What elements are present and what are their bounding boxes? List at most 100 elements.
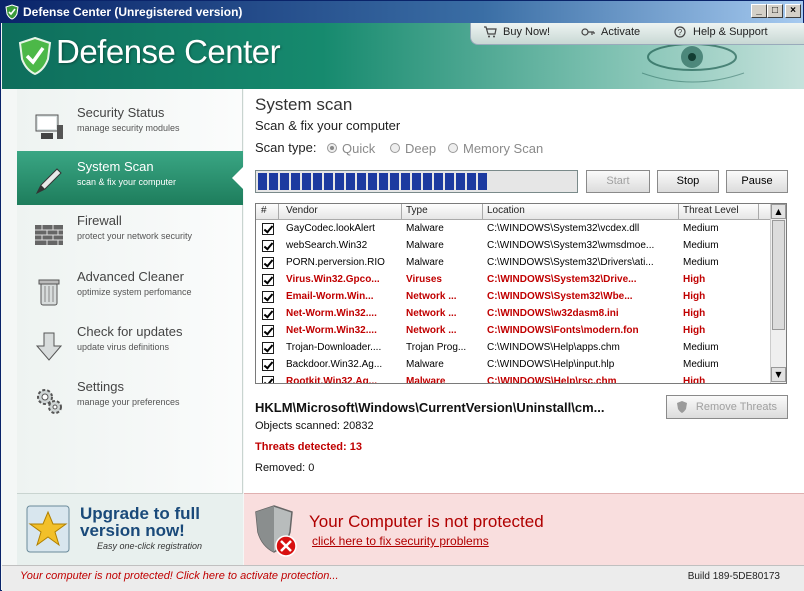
trash-can-icon — [38, 279, 60, 306]
radio-label: Quick — [342, 141, 376, 156]
table-row[interactable]: Rootkit.Win32.Ag... Malware C:\WINDOWS\Hel… — [256, 374, 771, 384]
star-badge-icon — [26, 505, 70, 553]
scroll-down-arrow-icon[interactable]: ▼ — [771, 367, 786, 382]
cell-type: Malware — [406, 223, 444, 234]
sidebar-item-label: Settings — [77, 379, 124, 394]
cell-type: Network ... — [406, 291, 457, 302]
sidebar-item-sub: protect your network security — [77, 231, 193, 241]
row-checkbox[interactable] — [262, 291, 274, 303]
pause-button[interactable]: Pause — [726, 170, 788, 193]
app-title: Defense Center — [56, 33, 281, 70]
upgrade-title[interactable]: Upgrade to full version now! — [80, 505, 200, 539]
cell-vendor: webSearch.Win32 — [286, 240, 368, 251]
table-row[interactable]: webSearch.Win32 Malware C:\WINDOWS\System3… — [256, 238, 771, 255]
close-button[interactable]: × — [785, 4, 801, 18]
row-checkbox[interactable] — [262, 376, 274, 383]
column-header-location[interactable]: Location — [487, 205, 525, 216]
row-checkbox[interactable] — [262, 308, 274, 320]
help-support-link[interactable]: ? Help & Support — [673, 26, 768, 38]
buy-now-link[interactable]: Buy Now! — [483, 26, 550, 38]
remove-threats-button[interactable]: Remove Threats — [666, 395, 788, 419]
row-checkbox[interactable] — [262, 257, 274, 269]
upgrade-banner[interactable]: Upgrade to full version now! Easy one-cl… — [17, 493, 243, 565]
cell-level: High — [683, 274, 706, 285]
cell-level: Medium — [683, 223, 719, 234]
column-header-threat-level[interactable]: Threat Level — [683, 205, 739, 216]
pen-scan-icon — [35, 168, 62, 195]
cell-location: C:\WINDOWS\Help\rsc.chm — [487, 376, 617, 384]
table-row[interactable]: Virus.Win32.Gpco... Viruses C:\WINDOWS\Sys… — [256, 272, 771, 289]
table-row[interactable]: Net-Worm.Win32.... Network ... C:\WINDOWS\… — [256, 323, 771, 340]
scrollbar-thumb[interactable] — [772, 220, 785, 330]
cell-location: C:\WINDOWS\Fonts\modern.fon — [487, 325, 639, 336]
title-bar[interactable]: Defense Center (Unregistered version) _ … — [1, 1, 803, 23]
row-checkbox[interactable] — [262, 223, 274, 235]
table-row[interactable]: PORN.perversion.RIO Malware C:\WINDOWS\Sys… — [256, 255, 771, 272]
cart-icon — [484, 26, 497, 38]
column-separator[interactable] — [758, 204, 759, 220]
sidebar-item-sub: optimize system perfomance — [77, 287, 192, 297]
remove-threats-label: Remove Threats — [695, 401, 777, 413]
scan-type-quick-radio[interactable]: Quick — [327, 141, 375, 156]
fix-problems-link[interactable]: click here to fix security problems — [312, 534, 489, 548]
shield-small-icon — [677, 401, 687, 413]
row-checkbox[interactable] — [262, 325, 274, 337]
scan-type-deep-radio[interactable]: Deep — [390, 141, 436, 156]
cell-vendor: Net-Worm.Win32.... — [286, 308, 377, 319]
cell-vendor: GayCodec.lookAlert — [286, 223, 375, 234]
maximize-button[interactable]: □ — [767, 4, 783, 18]
cell-level: Medium — [683, 359, 719, 370]
stop-button[interactable]: Stop — [657, 170, 719, 193]
sidebar-item-system-scan[interactable]: System Scan scan & fix your computer — [17, 151, 244, 205]
column-separator[interactable] — [482, 204, 483, 220]
sidebar-item-check-updates[interactable]: Check for updates update virus definitio… — [17, 316, 243, 370]
table-row[interactable]: Trojan-Downloader.... Trojan Prog... C:\WI… — [256, 340, 771, 357]
activate-link[interactable]: Activate — [581, 26, 640, 38]
column-header-vendor[interactable]: Vendor — [286, 205, 318, 216]
cell-type: Malware — [406, 359, 444, 370]
table-row[interactable]: Net-Worm.Win32.... Network ... C:\WINDOWS\… — [256, 306, 771, 323]
cell-level: Medium — [683, 257, 719, 268]
sidebar: Security Status manage security modules … — [17, 89, 244, 493]
removed-count: Removed: 0 — [255, 462, 315, 474]
sidebar-item-label: Check for updates — [77, 324, 183, 339]
column-separator[interactable] — [678, 204, 679, 220]
radio-label: Memory Scan — [463, 141, 544, 156]
scan-progress-bar — [255, 170, 578, 193]
row-checkbox[interactable] — [262, 342, 274, 354]
sidebar-item-security-status[interactable]: Security Status manage security modules — [17, 97, 243, 151]
column-header-number[interactable]: # — [261, 205, 267, 216]
radio-dot — [390, 143, 400, 153]
column-header-type[interactable]: Type — [406, 205, 428, 216]
cell-type: Malware — [406, 257, 444, 268]
cell-vendor: Rootkit.Win32.Ag... — [286, 376, 378, 384]
column-separator[interactable] — [401, 204, 402, 220]
table-row[interactable]: Backdoor.Win32.Ag... Malware C:\WINDOWS\He… — [256, 357, 771, 374]
table-row[interactable]: Email-Worm.Win... Network ... C:\WINDOWS\S… — [256, 289, 771, 306]
row-checkbox[interactable] — [262, 274, 274, 286]
row-checkbox[interactable] — [262, 359, 274, 371]
sidebar-item-firewall[interactable]: Firewall protect your network security — [17, 205, 243, 259]
start-button[interactable]: Start — [586, 170, 650, 193]
sidebar-item-sub: manage security modules — [77, 123, 180, 133]
table-row[interactable]: GayCodec.lookAlert Malware C:\WINDOWS\Syst… — [256, 221, 771, 238]
row-checkbox[interactable] — [262, 240, 274, 252]
cell-vendor: Virus.Win32.Gpco... — [286, 274, 380, 285]
sidebar-item-label: Advanced Cleaner — [77, 269, 184, 284]
buy-now-label: Buy Now! — [503, 26, 551, 38]
top-navigation: Buy Now! Activate ? Help & Support — [470, 23, 804, 45]
cell-location: C:\WINDOWS\System32\Wbe... — [487, 291, 633, 302]
build-number: Build 189-5DE80173 — [687, 571, 780, 582]
sidebar-item-advanced-cleaner[interactable]: Advanced Cleaner optimize system perfoma… — [17, 261, 243, 315]
table-scrollbar[interactable]: ▲ ▼ — [770, 204, 786, 383]
monitor-icon — [35, 114, 63, 139]
sidebar-item-settings[interactable]: Settings manage your preferences — [17, 371, 243, 425]
objects-scanned: Objects scanned: 20832 — [255, 420, 374, 432]
cell-level: High — [683, 308, 706, 319]
scan-type-memory-radio[interactable]: Memory Scan — [448, 141, 543, 156]
cell-vendor: Backdoor.Win32.Ag... — [286, 359, 383, 370]
column-separator[interactable] — [278, 204, 279, 220]
scroll-up-arrow-icon[interactable]: ▲ — [771, 204, 786, 219]
minimize-button[interactable]: _ — [751, 4, 767, 18]
activate-protection-link[interactable]: Your computer is not protected! Click he… — [20, 570, 339, 582]
